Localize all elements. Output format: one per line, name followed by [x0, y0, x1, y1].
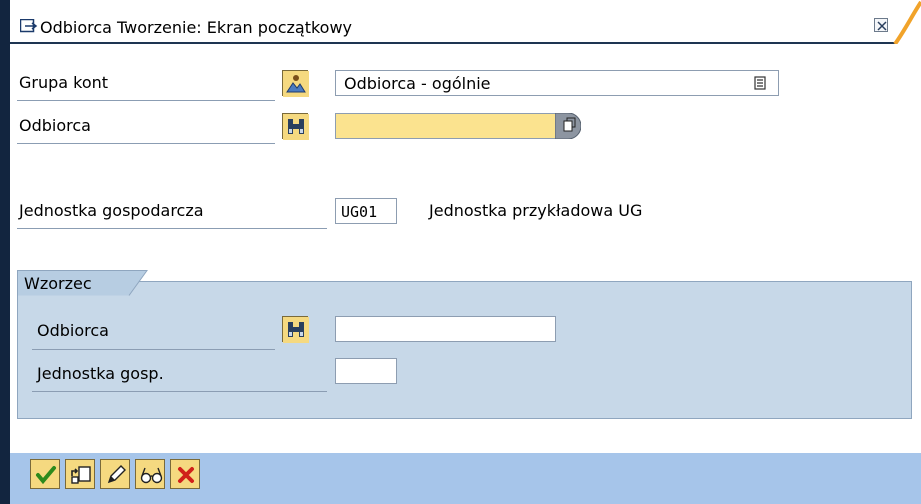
company-code-description: Jednostka przykładowa UG [429, 201, 643, 220]
customer-input[interactable] [335, 113, 559, 139]
ref-company-code-input[interactable] [335, 358, 397, 384]
account-group-label: Grupa kont [19, 73, 109, 92]
display-button[interactable] [135, 459, 165, 489]
binoculars-icon [283, 114, 309, 140]
save-icon [71, 466, 91, 484]
dropdown-list-icon[interactable] [754, 76, 766, 90]
ref-customer-underline [32, 349, 275, 350]
window-title: Odbiorca Tworzenie: Ekran początkowy [40, 18, 353, 37]
company-code-value: UG01 [341, 203, 378, 221]
customer-label: Odbiorca [19, 116, 91, 135]
mountain-person-icon [283, 71, 309, 97]
search-help-icon[interactable] [555, 113, 581, 139]
check-icon [36, 466, 56, 485]
ref-customer-input[interactable] [335, 316, 556, 342]
account-group-select[interactable]: Odbiorca - ogólnie [335, 70, 779, 96]
company-code-label: Jednostka gospodarcza [19, 201, 204, 220]
account-group-underline [17, 100, 275, 101]
save-button[interactable] [65, 459, 95, 489]
ref-customer-search-button[interactable] [282, 316, 309, 343]
reference-group-title: Wzorzec [24, 274, 92, 293]
cancel-button[interactable] [170, 459, 200, 489]
check-button[interactable] [30, 459, 60, 489]
dialog-icon [19, 18, 38, 33]
company-code-underline [17, 228, 327, 229]
account-group-help-button[interactable] [282, 70, 309, 97]
edit-button[interactable] [100, 459, 130, 489]
ref-customer-label: Odbiorca [37, 321, 109, 340]
close-icon [877, 21, 887, 31]
account-group-value: Odbiorca - ogólnie [344, 74, 491, 93]
company-code-input[interactable]: UG01 [335, 198, 397, 224]
left-border [0, 0, 10, 504]
reference-group [17, 281, 912, 419]
customer-underline [17, 143, 275, 144]
sap-dialog: Odbiorca Tworzenie: Ekran początkowy Gru… [0, 0, 921, 504]
glasses-icon [140, 467, 163, 484]
pencil-icon [107, 465, 126, 484]
ref-company-code-label: Jednostka gosp. [37, 364, 164, 383]
title-divider [10, 42, 896, 44]
customer-search-button[interactable] [282, 113, 309, 140]
close-button[interactable] [874, 18, 888, 32]
title-accent [891, 0, 921, 44]
cancel-icon [178, 467, 194, 483]
ref-company-code-underline [32, 391, 327, 392]
binoculars-icon [283, 317, 309, 343]
